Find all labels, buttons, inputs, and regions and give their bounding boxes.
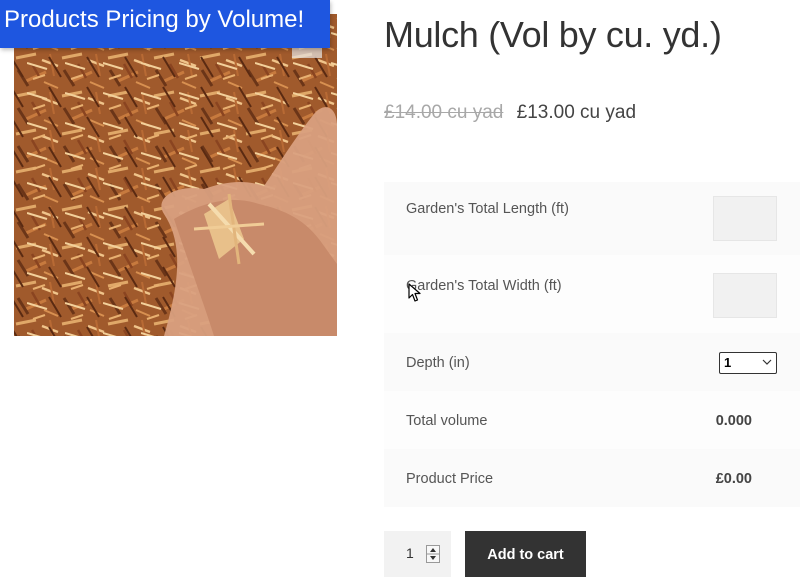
product-title: Mulch (Vol by cu. yd.)	[384, 14, 722, 55]
add-to-cart-button[interactable]: Add to cart	[465, 531, 586, 577]
depth-selected-value: 1	[724, 355, 732, 370]
product-price-row: Product Price £0.00	[384, 449, 800, 507]
depth-select[interactable]: 1	[719, 352, 777, 374]
length-label: Garden's Total Length (ft)	[406, 201, 569, 217]
volume-row: Total volume 0.000	[384, 391, 800, 449]
original-price: £14.00 cu yad	[384, 102, 504, 123]
volume-calculator: Garden's Total Length (ft) Garden's Tota…	[384, 182, 800, 507]
chevron-down-icon	[762, 359, 772, 365]
quantity-value: 1	[406, 545, 414, 561]
width-input[interactable]	[713, 273, 777, 318]
product-price-value: £0.00	[715, 471, 752, 487]
promo-banner: Products Pricing by Volume!	[0, 0, 330, 48]
sale-price: £13.00 cu yad	[516, 102, 637, 123]
product-price: £14.00 cu yad £13.00 cu yad	[384, 102, 636, 124]
length-row: Garden's Total Length (ft)	[384, 182, 800, 255]
product-price-label: Product Price	[406, 471, 494, 487]
volume-value: 0.000	[715, 413, 752, 429]
product-page: Products Pricing by Volume! Mulch (Vol b…	[0, 0, 812, 588]
quantity-stepper[interactable]: 1	[384, 531, 451, 577]
spinner-arrows-icon[interactable]	[426, 545, 440, 563]
width-label: Garden's Total Width (ft)	[406, 278, 562, 294]
length-input[interactable]	[713, 196, 777, 241]
depth-row: Depth (in) 1	[384, 333, 800, 391]
volume-label: Total volume	[406, 413, 488, 429]
depth-label: Depth (in)	[406, 355, 470, 371]
width-row: Garden's Total Width (ft)	[384, 255, 800, 333]
mouse-pointer-icon	[408, 283, 421, 302]
mulch-photo	[14, 14, 337, 336]
product-image[interactable]	[14, 14, 337, 336]
